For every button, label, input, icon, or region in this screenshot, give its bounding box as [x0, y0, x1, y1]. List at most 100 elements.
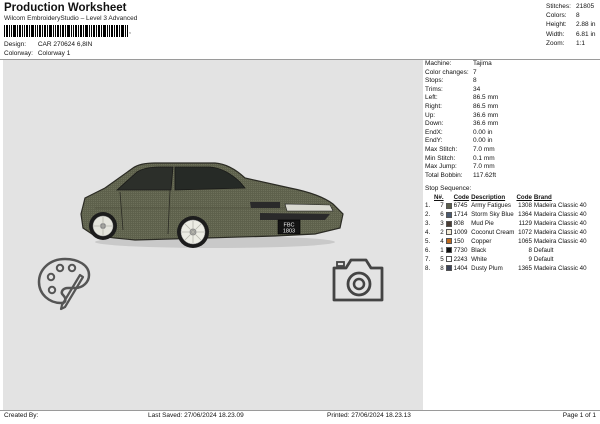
info-value: 7.0 mm: [473, 145, 495, 153]
brand-code: 1364: [518, 211, 532, 219]
info-label: Max Stitch:: [425, 145, 458, 153]
col-description: Description: [471, 194, 506, 201]
brand-code: 1365: [518, 264, 532, 272]
table-header-row: N#. Code Description Code Brand: [425, 194, 589, 202]
software-subtitle: Wilcom EmbroideryStudio – Level 3 Advanc…: [4, 15, 138, 22]
color-swatch-cell: [445, 238, 454, 247]
plate-text-bottom: 1803: [283, 229, 295, 235]
info-value: 86.5 mm: [473, 94, 499, 102]
info-row: EndX: 0.00 in: [425, 129, 498, 138]
thread-description: White: [471, 255, 487, 263]
stat-row: Zoom: 1:1: [546, 39, 596, 48]
table-row: 7. 5 2243 White 9 Default: [425, 256, 589, 265]
info-row: Max Stitch: 7.0 mm: [425, 146, 498, 155]
color-swatch-cell: [445, 211, 454, 220]
stop-sequence-title: Stop Sequence:: [425, 185, 472, 192]
stat-label: Width:: [546, 30, 565, 38]
col-code2: Code: [516, 194, 532, 201]
thread-description: Black: [471, 246, 487, 254]
needle-number: 4: [440, 238, 444, 246]
stop-number: 5.: [425, 238, 431, 246]
table-row: 6. 1 7730 Black 8 Default: [425, 247, 589, 256]
col-brand: Brand: [533, 194, 552, 201]
info-panel: Machine: Tajima Color changes: 7 Stops: 8 T…: [425, 60, 600, 410]
info-row: Max Jump: 7.0 mm: [425, 163, 498, 172]
brand-code: 1129: [518, 220, 532, 228]
thread-brand: Default: [533, 246, 554, 254]
stat-row: Width: 6.81 in: [546, 30, 596, 39]
thread-code: 1404: [453, 264, 468, 272]
table-row: 1. 7 6745 Army Fatigues 1308 Madeira Classic …: [425, 202, 589, 211]
info-value: 0.00 in: [473, 137, 493, 145]
info-row: Left: 86.5 mm: [425, 94, 498, 103]
thread-description: Dusty Plum: [471, 264, 503, 272]
thread-code: 1009: [453, 229, 468, 237]
thread-description: Army Fatigues: [471, 202, 511, 210]
color-swatch: [445, 220, 452, 227]
stat-label: Zoom:: [546, 39, 565, 47]
footer-created-by: Created By:: [4, 412, 39, 419]
thread-brand: Madeira Classic 40: [533, 264, 587, 272]
thread-brand: Madeira Classic 40: [533, 211, 587, 219]
color-swatch: [445, 202, 452, 209]
brand-code: 1065: [518, 238, 532, 246]
info-value: 34: [473, 85, 481, 93]
brand-code: 1072: [518, 229, 532, 237]
thread-description: Coconut Cream: [471, 229, 515, 237]
thread-code: 808: [453, 220, 464, 228]
stop-number: 1.: [425, 202, 431, 210]
footer-divider: [0, 410, 600, 411]
needle-number: 8: [440, 264, 444, 272]
info-row: Machine: Tajima: [425, 60, 498, 69]
design-label: Design:: [4, 41, 27, 48]
info-row: Down: 36.6 mm: [425, 120, 498, 129]
thread-brand: Madeira Classic 40: [533, 238, 587, 246]
barcode-suffix: ,: [129, 28, 131, 35]
color-swatch-cell: [445, 265, 454, 274]
stop-number: 7.: [425, 255, 431, 263]
car-embroidery: FBC 1803: [80, 162, 344, 248]
thread-code: 1714: [453, 211, 468, 219]
thread-code: 2243: [453, 255, 468, 263]
stop-number: 8.: [425, 264, 431, 272]
needle-number: 6: [440, 211, 444, 219]
stop-number: 3.: [425, 220, 431, 228]
info-value: 86.5 mm: [473, 102, 499, 110]
color-swatch-cell: [445, 256, 454, 265]
camera-icon: [332, 258, 384, 302]
thread-code: 6745: [453, 202, 468, 210]
col-n: N#.: [434, 194, 444, 201]
stat-value: 8: [576, 12, 580, 20]
stop-sequence-table: N#. Code Description Code Brand 1. 7 6745 A…: [425, 194, 589, 274]
thread-brand: Madeira Classic 40: [533, 220, 587, 228]
info-label: Color changes:: [425, 68, 469, 76]
color-swatch: [445, 238, 452, 245]
info-label: EndX:: [425, 128, 443, 136]
info-label: EndY:: [425, 137, 443, 145]
color-swatch: [445, 256, 452, 263]
info-value: 0.1 mm: [473, 154, 495, 162]
palette-brush-icon: [37, 257, 91, 311]
info-row: Trims: 34: [425, 86, 498, 95]
stop-number: 6.: [425, 246, 431, 254]
info-value: 7.0 mm: [473, 163, 495, 171]
info-row: EndY: 0.00 in: [425, 137, 498, 146]
table-row: 3. 3 808 Mud Pie 1129 Madeira Classic 40: [425, 220, 589, 229]
table-row: 5. 4 150 Copper 1065 Madeira Classic 40: [425, 238, 589, 247]
design-stats: Stitches: 21805 Colors: 8 Height: 2.88 in W…: [546, 2, 596, 48]
color-swatch-cell: [445, 220, 454, 229]
brand-code: 1308: [518, 202, 532, 210]
design-value: CAR 270624 6,8IN: [37, 41, 93, 48]
col-swatch: [446, 194, 454, 202]
info-value: 36.6 mm: [473, 120, 499, 128]
thread-brand: Default: [533, 255, 554, 263]
info-value: 0.00 in: [473, 128, 493, 136]
color-swatch: [445, 247, 452, 254]
info-label: Down:: [425, 120, 444, 128]
stat-value: 6.81 in: [576, 30, 596, 38]
needle-number: 7: [440, 202, 444, 210]
colorway-label: Colorway:: [4, 50, 33, 57]
thread-brand: Madeira Classic 40: [533, 202, 587, 210]
thread-description: Mud Pie: [471, 220, 494, 228]
info-label: Max Jump:: [425, 163, 457, 171]
